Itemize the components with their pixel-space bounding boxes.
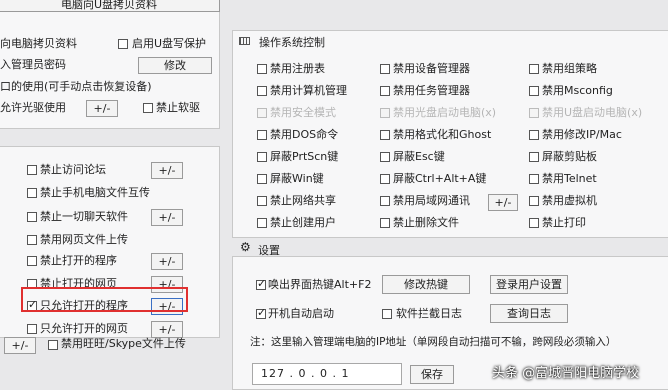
floppy-label: 禁止软驱 — [156, 101, 200, 114]
highlight-box — [21, 287, 188, 312]
skype-upload-checkbox[interactable] — [48, 340, 58, 350]
autostart-checkbox[interactable] — [256, 306, 266, 319]
os-option-label: 禁用光盘启动电脑(x) — [393, 106, 497, 119]
ip-note: 注：这里输入管理端电脑的IP地址（单网段自动扫描可不输，跨网段必须输入） — [250, 336, 617, 348]
os-option-checkbox[interactable] — [529, 196, 539, 206]
program-checkbox[interactable] — [27, 212, 37, 222]
os-option-label: 禁止创建用户 — [270, 216, 336, 229]
os-option-checkbox[interactable] — [529, 64, 539, 74]
os-option-checkbox[interactable] — [380, 86, 390, 96]
os-option-checkbox — [257, 108, 267, 118]
os-option-label: 禁用注册表 — [270, 62, 325, 75]
os-option-label: 禁用设备管理器 — [393, 62, 470, 75]
login-user-settings-button[interactable]: 登录用户设置 — [490, 275, 568, 294]
admin-password-label: 入管理员密码 — [0, 58, 66, 71]
autostart-label: 开机自动启动 — [268, 307, 334, 320]
os-option-checkbox[interactable] — [529, 152, 539, 162]
program-checkbox[interactable] — [27, 188, 37, 198]
os-option-label: 禁用任务管理器 — [393, 84, 470, 97]
os-option-checkbox[interactable] — [380, 64, 390, 74]
os-option-checkbox[interactable] — [257, 174, 267, 184]
modify-hotkey-button[interactable]: 修改热键 — [382, 275, 470, 294]
skype-plus-minus-button[interactable]: +/- — [4, 337, 36, 354]
os-option-checkbox — [380, 108, 390, 118]
watermark: 头条 @富城晋阳电脑学校 — [492, 366, 640, 381]
usb-write-protect-label: 启用U盘写保护 — [132, 37, 207, 50]
os-option-label: 禁用虚拟机 — [542, 194, 597, 207]
os-control-icon — [239, 37, 250, 45]
os-option-label: 禁用Msconfig — [542, 84, 613, 97]
skype-upload-label: 禁用旺旺/Skype文件上传 — [61, 337, 186, 350]
os-option-checkbox[interactable] — [380, 130, 390, 140]
os-option-label: 禁用计算机管理 — [270, 84, 347, 97]
os-option-label: 禁用格式化和Ghost — [393, 128, 492, 141]
os-option-checkbox[interactable] — [380, 174, 390, 184]
os-option-label: 禁止打印 — [542, 216, 586, 229]
program-label: 禁止一切聊天软件 — [40, 210, 128, 223]
program-label: 只允许打开的网页 — [40, 322, 128, 335]
os-option-checkbox[interactable] — [529, 130, 539, 140]
program-label: 禁止访问论坛 — [40, 163, 106, 176]
os-option-label: 禁止删除文件 — [393, 216, 459, 229]
program-plus-minus-button[interactable]: +/- — [151, 253, 183, 270]
ip-address-input[interactable]: 127 . 0 . 0 . 1 — [252, 363, 402, 385]
os-option-label: 屏蔽剪贴板 — [542, 150, 597, 163]
os-option-label: 禁用DOS命令 — [270, 128, 339, 141]
gear-icon: ⚙ — [240, 240, 251, 254]
os-option-label: 禁用Telnet — [542, 172, 597, 185]
os-option-label: 屏蔽Esc键 — [393, 150, 445, 163]
program-plus-minus-button[interactable]: +/- — [151, 162, 183, 179]
intercept-log-label: 软件拦截日志 — [396, 307, 462, 320]
os-option-label: 禁止网络共享 — [270, 194, 336, 207]
intercept-log-checkbox[interactable] — [382, 309, 392, 319]
allow-cdrom-label: 允许光驱使用 — [0, 101, 66, 114]
program-label: 禁止手机电脑文件互传 — [40, 186, 150, 199]
os-option-checkbox[interactable] — [257, 196, 267, 206]
os-option-checkbox[interactable] — [529, 174, 539, 184]
program-plus-minus-button[interactable]: +/- — [151, 209, 183, 226]
cdrom-plus-minus-button[interactable]: +/- — [86, 100, 118, 117]
copy-from-usb-label: 向电脑拷贝资料 — [0, 37, 77, 50]
program-checkbox[interactable] — [27, 324, 37, 334]
os-option-checkbox[interactable] — [380, 218, 390, 228]
os-control-title: 操作系统控制 — [259, 36, 325, 49]
os-option-label: 禁用U盘启动电脑(x) — [542, 106, 643, 119]
program-checkbox[interactable] — [27, 235, 37, 245]
os-option-label: 禁用局域网通讯 — [393, 194, 470, 207]
os-option-checkbox[interactable] — [257, 130, 267, 140]
copy-to-usb-button[interactable]: 电脑向U盘拷贝资料 — [0, 0, 220, 12]
os-option-checkbox[interactable] — [529, 86, 539, 96]
query-log-button[interactable]: 查询日志 — [490, 304, 568, 323]
os-option-checkbox[interactable] — [257, 64, 267, 74]
hotkey-checkbox[interactable] — [256, 277, 266, 290]
os-option-label: 屏蔽Win键 — [270, 172, 324, 185]
program-plus-minus-button[interactable]: +/- — [151, 321, 183, 338]
os-option-label: 屏蔽Ctrl+Alt+A键 — [393, 172, 487, 185]
os-option-checkbox[interactable] — [257, 86, 267, 96]
floppy-checkbox[interactable] — [143, 103, 153, 113]
copy-to-usb-label: 电脑向U盘拷贝资料 — [60, 0, 158, 11]
os-option-checkbox — [529, 108, 539, 118]
program-label: 禁用网页文件上传 — [40, 233, 128, 246]
os-option-checkbox[interactable] — [257, 218, 267, 228]
lan-plus-minus-button[interactable]: +/- — [488, 194, 518, 211]
os-option-checkbox[interactable] — [380, 196, 390, 206]
password-modify-button[interactable]: 修改 — [138, 57, 212, 74]
os-option-checkbox[interactable] — [529, 218, 539, 228]
save-button[interactable]: 保存 — [410, 365, 454, 384]
program-label: 禁止打开的程序 — [40, 254, 117, 267]
usb-write-protect-checkbox[interactable] — [118, 39, 128, 49]
program-checkbox[interactable] — [27, 256, 37, 266]
os-option-label: 禁用修改IP/Mac — [542, 128, 622, 141]
os-option-label: 禁用组策略 — [542, 62, 597, 75]
os-option-checkbox[interactable] — [257, 152, 267, 162]
os-option-label: 屏蔽PrtScn键 — [270, 150, 339, 163]
os-option-label: 禁用安全模式 — [270, 106, 336, 119]
os-option-checkbox[interactable] — [380, 152, 390, 162]
device-usage-label: 口的使用(可手动点击恢复设备) — [0, 80, 152, 93]
program-checkbox[interactable] — [27, 165, 37, 175]
hotkey-label: 唤出界面热键Alt+F2 — [268, 278, 372, 291]
